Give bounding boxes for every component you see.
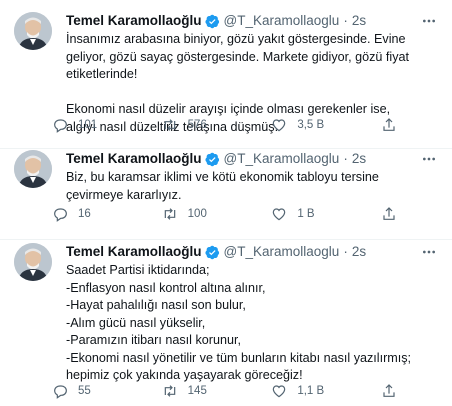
reply-icon [54, 208, 67, 222]
tweet-text: Saadet Partisi iktidarında; -Enflasyon n… [66, 263, 412, 382]
retweet-count: 576 [187, 119, 207, 131]
share-icon [383, 207, 395, 220]
like-count: 3,5 B [297, 119, 325, 131]
tweet[interactable]: Temel Karamollaoğlu @T_Karamollaoglu · 2… [0, 0, 452, 148]
tweet[interactable]: Temel Karamollaoğlu @T_Karamollaoglu · 2… [0, 148, 452, 239]
verified-badge-icon [204, 14, 220, 29]
tweet-text: Biz, bu karamsar iklimi ve kötü ekonomik… [66, 170, 379, 202]
author-name[interactable]: Temel Karamollaoğlu [66, 12, 202, 30]
timestamp[interactable]: 2s [352, 12, 366, 30]
retweet-button[interactable]: 576 [162, 117, 242, 133]
more-icon[interactable] [420, 243, 438, 261]
like-button[interactable]: 3,5 B [271, 117, 351, 133]
reply-button[interactable]: 55 [52, 383, 132, 399]
reply-icon [54, 385, 67, 399]
retweet-count: 100 [187, 208, 207, 220]
author-handle[interactable]: @T_Karamollaoglu [224, 12, 340, 30]
retweet-icon [164, 208, 175, 220]
author-name[interactable]: Temel Karamollaoğlu [66, 243, 202, 261]
more-icon[interactable] [420, 150, 438, 168]
more-icon[interactable] [420, 12, 438, 30]
timestamp[interactable]: 2s [352, 150, 366, 168]
retweet-icon [164, 385, 175, 397]
reply-button[interactable]: 16 [52, 206, 132, 222]
avatar[interactable] [14, 243, 52, 281]
reply-count: 55 [78, 385, 91, 397]
reply-count: 16 [78, 208, 91, 220]
separator-dot: · [343, 151, 348, 166]
reply-count: 101 [78, 119, 98, 131]
reply-button[interactable]: 101 [52, 117, 132, 133]
avatar[interactable] [14, 12, 52, 50]
share-button[interactable] [381, 206, 397, 222]
tweet[interactable]: Temel Karamollaoğlu @T_Karamollaoglu · 2… [0, 239, 452, 406]
like-count: 1,1 B [297, 385, 325, 397]
author-handle[interactable]: @T_Karamollaoglu [224, 243, 340, 261]
share-icon [383, 384, 395, 397]
tweet-actions: 16 100 1 B [52, 205, 397, 223]
like-button[interactable]: 1 B [271, 206, 351, 222]
like-icon [273, 119, 286, 132]
author-name[interactable]: Temel Karamollaoğlu [66, 150, 202, 168]
retweet-icon [164, 119, 175, 131]
retweet-button[interactable]: 100 [162, 206, 242, 222]
retweet-button[interactable]: 145 [162, 383, 242, 399]
reply-icon [54, 119, 67, 133]
avatar[interactable] [14, 150, 52, 188]
author-handle[interactable]: @T_Karamollaoglu [224, 150, 340, 168]
like-button[interactable]: 1,1 B [271, 383, 351, 399]
separator-dot: · [343, 13, 348, 28]
share-icon [383, 118, 395, 131]
verified-badge-icon [204, 245, 220, 260]
like-count: 1 B [297, 208, 315, 220]
retweet-count: 145 [187, 385, 207, 397]
share-button[interactable] [381, 383, 397, 399]
tweet-actions: 101 576 3,5 B [52, 116, 397, 134]
verified-badge-icon [204, 152, 220, 167]
separator-dot: · [343, 244, 348, 259]
share-button[interactable] [381, 117, 397, 133]
like-icon [273, 385, 286, 398]
tweet-actions: 55 145 1,1 B [52, 382, 397, 400]
like-icon [273, 208, 286, 221]
timestamp[interactable]: 2s [352, 243, 366, 261]
